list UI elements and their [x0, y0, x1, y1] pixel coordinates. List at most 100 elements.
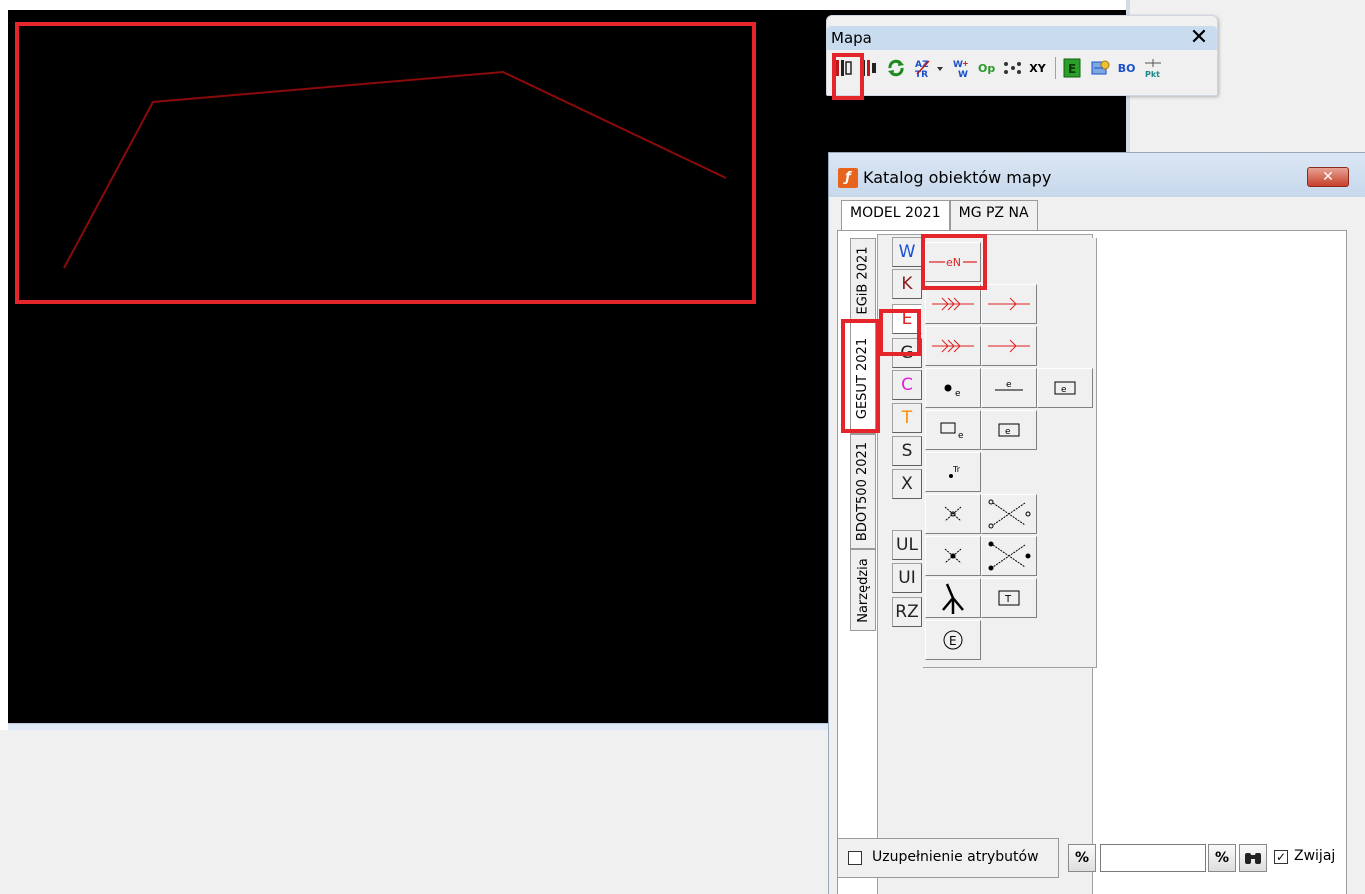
key-tool[interactable] — [1087, 55, 1113, 81]
tab-model-2021[interactable]: MODEL 2021 — [841, 200, 950, 231]
arrow-icon — [988, 339, 1030, 353]
symbol-triple-arrow-1[interactable] — [925, 284, 981, 324]
az-text-icon: AZTR — [915, 60, 943, 79]
mapa-close-button[interactable]: ✕ — [1184, 26, 1214, 50]
percent-button-left[interactable]: % — [1068, 844, 1096, 872]
category-rz[interactable]: RZ — [892, 597, 922, 627]
symbol-circle-e[interactable]: E — [925, 620, 981, 660]
en-line-icon: eN — [929, 256, 977, 269]
category-k[interactable]: K — [892, 269, 922, 299]
symbol-en-line[interactable]: eN — [925, 242, 981, 282]
circle-e-icon: E — [943, 630, 963, 650]
vtab-egib-2021[interactable]: EGiB 2021 — [850, 238, 876, 322]
pkt-icon: Pkt — [1145, 59, 1162, 79]
svg-text:T: T — [1004, 594, 1012, 605]
mapa-tools-row: AZ TR W W + Op XY E BO Pkt — [831, 53, 1169, 83]
box-e-icon: e — [998, 423, 1020, 437]
symbol-line-e[interactable]: e — [981, 368, 1037, 408]
mapa-toolbar: Mapa ✕ AZ TR W W + Op XY E BO Pkt — [826, 15, 1218, 96]
layers-icon — [862, 60, 876, 76]
vtab-narzedzia[interactable]: Narzędzia — [850, 549, 876, 631]
symbol-cross-open-large[interactable] — [981, 494, 1037, 534]
symbol-point-tr[interactable]: Tr — [925, 452, 981, 492]
refresh-tool[interactable] — [883, 55, 909, 81]
vtab-gesut-2021[interactable]: GESUT 2021 — [850, 322, 876, 434]
rect-e-icon: e — [940, 422, 964, 441]
svg-text:Pkt: Pkt — [1145, 70, 1160, 79]
percent-button-right[interactable]: % — [1208, 844, 1236, 872]
search-input[interactable] — [1100, 844, 1206, 872]
vtab-bdot500-2021[interactable]: BDOT500 2021 — [850, 434, 876, 549]
svg-text:Tr: Tr — [952, 465, 961, 474]
app-root: Mapa ✕ AZ TR W W + Op XY E BO Pkt ƒ Kata… — [0, 0, 1365, 894]
toolbar-separator — [1054, 57, 1056, 79]
symbol-grid: eN e e e e e Tr T E — [923, 238, 1097, 668]
select-objects-icon — [835, 60, 852, 76]
category-x[interactable]: X — [892, 469, 922, 499]
category-e[interactable]: E — [892, 304, 922, 334]
symbol-arrow-2[interactable] — [981, 326, 1037, 366]
uzupelnienie-checkbox[interactable] — [848, 851, 862, 865]
symbol-cross-filled-large[interactable] — [981, 536, 1037, 576]
category-c[interactable]: C — [892, 370, 922, 400]
lower-panel — [0, 730, 832, 894]
svg-text:TR: TR — [915, 70, 928, 79]
mapa-titlebar[interactable]: Mapa ✕ — [827, 26, 1217, 50]
xy-tool[interactable]: XY — [1027, 55, 1047, 81]
az-text-tool[interactable]: AZ TR — [912, 55, 946, 81]
e-book-icon: E — [1063, 58, 1081, 78]
symbol-triple-arrow-2[interactable] — [925, 326, 981, 366]
e-tool[interactable]: E — [1060, 55, 1084, 81]
symbol-point-e[interactable]: e — [925, 368, 981, 408]
cross-open-icon — [944, 506, 962, 522]
cross-filled-large-icon — [988, 541, 1031, 571]
category-g[interactable]: G — [892, 338, 922, 368]
katalog-footer: Uzupełnienie atrybutów % % ✓ Zwijaj — [837, 838, 1357, 878]
zwijaj-checkbox[interactable]: ✓ — [1274, 850, 1288, 864]
symbol-cross-open-small[interactable] — [925, 494, 981, 534]
select-objects-tool[interactable] — [831, 55, 855, 81]
op-tool[interactable]: Op — [976, 55, 997, 81]
symbol-arrow-1[interactable] — [981, 284, 1037, 324]
binoculars-icon — [1245, 853, 1261, 864]
xy-label: XY — [1029, 61, 1046, 75]
refresh-icon — [888, 59, 904, 77]
category-ui[interactable]: UI — [892, 563, 922, 593]
symbol-wind-turbine[interactable] — [925, 578, 981, 618]
katalog-title: Katalog obiektów mapy — [863, 168, 1052, 187]
pkt-tool[interactable]: Pkt — [1140, 55, 1166, 81]
category-s[interactable]: S — [892, 436, 922, 466]
katalog-body: EGiB 2021 GESUT 2021 BDOT500 2021 Narzęd… — [837, 230, 1347, 894]
symbol-cross-filled-small[interactable] — [925, 536, 981, 576]
category-t[interactable]: T — [892, 403, 922, 433]
bo-tool[interactable]: BO — [1116, 55, 1138, 81]
symbol-box-t[interactable]: T — [981, 578, 1037, 618]
symbol-rect-e[interactable]: e — [925, 410, 981, 450]
point-tr-icon: Tr — [949, 465, 961, 478]
layers-tool[interactable] — [858, 55, 880, 81]
line-e-icon: e — [995, 380, 1023, 391]
symbol-box-e-2[interactable]: e — [981, 410, 1037, 450]
points-tool[interactable] — [1000, 55, 1024, 81]
category-ul[interactable]: UL — [892, 530, 922, 560]
w-tool[interactable]: W W + — [949, 55, 973, 81]
svg-text:e: e — [958, 431, 964, 441]
canvas-scroll-strip — [8, 723, 832, 730]
katalog-close-button[interactable]: ✕ — [1307, 167, 1349, 187]
map-polyline[interactable] — [63, 70, 727, 269]
triple-arrow-icon — [932, 297, 974, 311]
katalog-titlebar[interactable]: ƒ Katalog obiektów mapy ✕ — [829, 153, 1365, 197]
svg-text:+: + — [962, 59, 969, 68]
symbol-box-e-1[interactable]: e — [1037, 368, 1093, 408]
cross-open-large-icon — [988, 499, 1031, 529]
svg-text:E: E — [1068, 62, 1076, 76]
cross-filled-icon — [944, 548, 962, 564]
key-icon — [1091, 60, 1110, 75]
svg-text:eN: eN — [946, 256, 961, 269]
wind-turbine-icon — [942, 583, 964, 614]
category-w[interactable]: W — [892, 237, 922, 267]
uzupelnienie-label: Uzupełnienie atrybutów — [872, 849, 1039, 865]
tab-mg-pz-na[interactable]: MG PZ NA — [949, 200, 1038, 230]
bo-label: BO — [1117, 61, 1136, 75]
binoculars-button[interactable] — [1239, 844, 1267, 872]
